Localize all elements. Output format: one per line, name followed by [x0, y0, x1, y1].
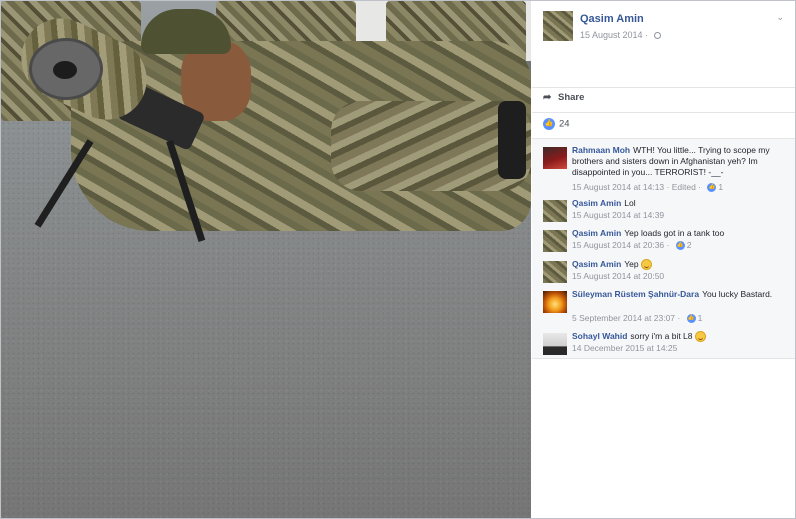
comment-time[interactable]: 15 August 2014 at 20:50	[572, 271, 664, 281]
comment-body: Qasim Amin Yep	[572, 259, 787, 271]
photo-boot	[498, 101, 526, 179]
comment-text: Lol	[624, 198, 636, 208]
comment-meta: 15 August 2014 at 20:50	[572, 271, 664, 281]
poster-avatar[interactable]	[543, 11, 573, 41]
post-date[interactable]: 15 August 2014 ·	[580, 30, 651, 40]
comment-meta: 15 August 2014 at 20:36 · 👍 2	[572, 240, 692, 251]
divider	[532, 87, 795, 88]
post-header: Qasim Amin 15 August 2014 · ⌄	[543, 10, 788, 42]
comment-meta: 15 August 2014 at 14:39	[572, 210, 664, 220]
comment-body: Qasim Amin Lol	[572, 198, 787, 209]
comment-meta: 14 December 2015 at 14:25	[572, 343, 677, 353]
commenter-avatar[interactable]	[543, 291, 567, 313]
thumbs-up-icon: 👍	[707, 183, 717, 193]
comment-meta: 15 August 2014 at 14:13 · Edited · 👍 1	[572, 182, 723, 193]
thumbs-up-icon: 👍	[686, 314, 696, 324]
chevron-down-icon[interactable]: ⌄	[776, 12, 784, 23]
comment-meta: 5 September 2014 at 23:07 · 👍 1	[572, 313, 703, 324]
thumbs-up-icon: 👍	[675, 241, 685, 251]
post-timestamp: 15 August 2014 ·	[580, 30, 661, 40]
comment-body: Qasim Amin Yep loads got in a tank too	[572, 228, 787, 239]
comment-body: Rahmaan Moh WTH! You little... Trying to …	[572, 145, 787, 178]
commenter-name[interactable]: Süleyman Rüstem Şahnür-Dara	[572, 289, 699, 299]
comment-text: Yep loads got in a tank too	[624, 228, 725, 238]
commenter-avatar[interactable]	[543, 200, 567, 222]
share-arrow-icon: ➦	[543, 92, 552, 103]
laughing-emoji-icon	[641, 259, 653, 271]
share-button[interactable]: ➦ Share	[543, 92, 788, 108]
comment-text: sorry i'm a bit L8	[630, 331, 693, 341]
like-count: 24	[559, 118, 570, 130]
commenter-avatar[interactable]	[543, 261, 567, 283]
comment-list: Rahmaan Moh WTH! You little... Trying to …	[532, 138, 795, 359]
commenter-avatar[interactable]	[543, 147, 567, 169]
share-label: Share	[558, 92, 585, 103]
commenter-name[interactable]: Rahmaan Moh	[572, 145, 630, 155]
commenter-avatar[interactable]	[543, 333, 567, 355]
comment-like-count[interactable]: 2	[687, 240, 692, 250]
comment-body: Süleyman Rüstem Şahnür-Dara You lucky Bas…	[572, 289, 787, 300]
poster-name[interactable]: Qasim Amin	[580, 13, 644, 25]
divider	[532, 112, 795, 113]
comment-body: Sohayl Wahid sorry i'm a bit L8	[572, 331, 787, 343]
commenter-avatar[interactable]	[543, 230, 567, 252]
comment-like-count[interactable]: 1	[698, 313, 703, 323]
commenter-name[interactable]: Qasim Amin	[572, 259, 621, 269]
comment-like-count[interactable]: 1	[718, 182, 723, 192]
comment-time[interactable]: 15 August 2014 at 14:13 · Edited ·	[572, 182, 703, 192]
commenter-name[interactable]: Sohayl Wahid	[572, 331, 627, 341]
like-summary[interactable]: 👍 24	[543, 118, 570, 132]
comment-time[interactable]: 15 August 2014 at 14:39	[572, 210, 664, 220]
commenter-name[interactable]: Qasim Amin	[572, 228, 621, 238]
thumbs-up-icon: 👍	[543, 118, 555, 130]
commenter-name[interactable]: Qasim Amin	[572, 198, 621, 208]
comment-text: You lucky Bastard.	[702, 289, 773, 299]
post-photo[interactable]	[1, 1, 531, 518]
photo-muzzle-hole	[53, 61, 77, 79]
globe-icon	[653, 32, 661, 40]
comment-text: Yep	[624, 259, 639, 269]
post-sidebar: Qasim Amin 15 August 2014 · ⌄ ➦ Share 👍 24…	[532, 1, 795, 518]
smile-emoji-icon	[694, 331, 706, 343]
comment-time[interactable]: 5 September 2014 at 23:07 ·	[572, 313, 683, 323]
comment-time[interactable]: 14 December 2015 at 14:25	[572, 343, 677, 353]
comment-time[interactable]: 15 August 2014 at 20:36 ·	[572, 240, 672, 250]
